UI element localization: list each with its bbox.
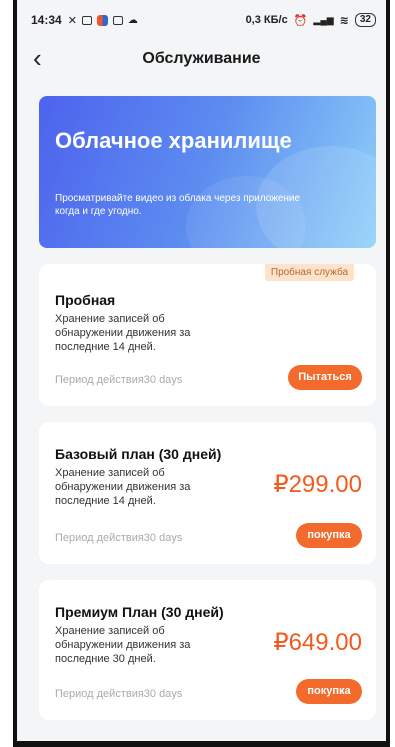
- mail-icon: [81, 15, 92, 25]
- buy-button[interactable]: покупка: [296, 679, 362, 704]
- plan-description: Хранение записей об обнаружении движения…: [55, 625, 191, 665]
- network-speed: 0,3 КБ/с: [245, 14, 288, 26]
- phone-screen: 14:34 ✕ ☁ 0,3 КБ/с ⏰ ▂▄▆ ≋ 32 ‹ Обслужив…: [13, 0, 390, 747]
- app-icon: [96, 14, 108, 26]
- tools-icon: ✕: [67, 14, 77, 27]
- plan-card-trial: Пробная служба Пробная Хранение записей …: [39, 264, 376, 406]
- status-bar: 14:34 ✕ ☁ 0,3 КБ/с ⏰ ▂▄▆ ≋ 32: [17, 0, 386, 40]
- status-time: 14:34: [31, 13, 62, 27]
- plan-name: Пробная: [55, 292, 116, 308]
- signal-icon: ▂▄▆: [313, 14, 334, 25]
- alarm-icon: ⏰: [293, 14, 308, 27]
- cloud-icon: ☁: [127, 14, 138, 26]
- plan-description: Хранение записей об обнаружении движения…: [55, 467, 191, 507]
- plan-description: Хранение записей об обнаружении движения…: [55, 313, 191, 353]
- plan-card-basic: Базовый план (30 дней) Хранение записей …: [39, 422, 376, 564]
- trial-service-badge: Пробная служба: [264, 264, 354, 281]
- plan-name: Премиум План (30 дней): [55, 604, 224, 620]
- banner-subtitle: Просматривайте видео из облака через при…: [55, 193, 301, 217]
- wifi-icon: ≋: [339, 14, 349, 27]
- plan-name: Базовый план (30 дней): [55, 446, 222, 462]
- plan-card-premium: Премиум План (30 дней) Хранение записей …: [39, 580, 376, 720]
- plan-price: ₽649.00: [273, 629, 362, 656]
- validity-period: Период действия30 days: [55, 532, 183, 544]
- plan-price: ₽299.00: [273, 471, 362, 498]
- try-button[interactable]: Пытаться: [288, 365, 362, 390]
- validity-period: Период действия30 days: [55, 688, 183, 700]
- validity-period: Период действия30 days: [55, 374, 183, 386]
- battery-indicator: 32: [354, 13, 376, 27]
- mail-icon: [112, 15, 123, 25]
- buy-button[interactable]: покупка: [296, 523, 362, 548]
- banner-title: Облачное хранилище: [55, 128, 292, 153]
- nav-bar: ‹ Обслуживание: [17, 40, 386, 78]
- page-title: Обслуживание: [142, 50, 261, 67]
- back-arrow-icon[interactable]: ‹: [33, 44, 42, 72]
- cloud-storage-banner: Облачное хранилище Просматривайте видео …: [39, 96, 376, 248]
